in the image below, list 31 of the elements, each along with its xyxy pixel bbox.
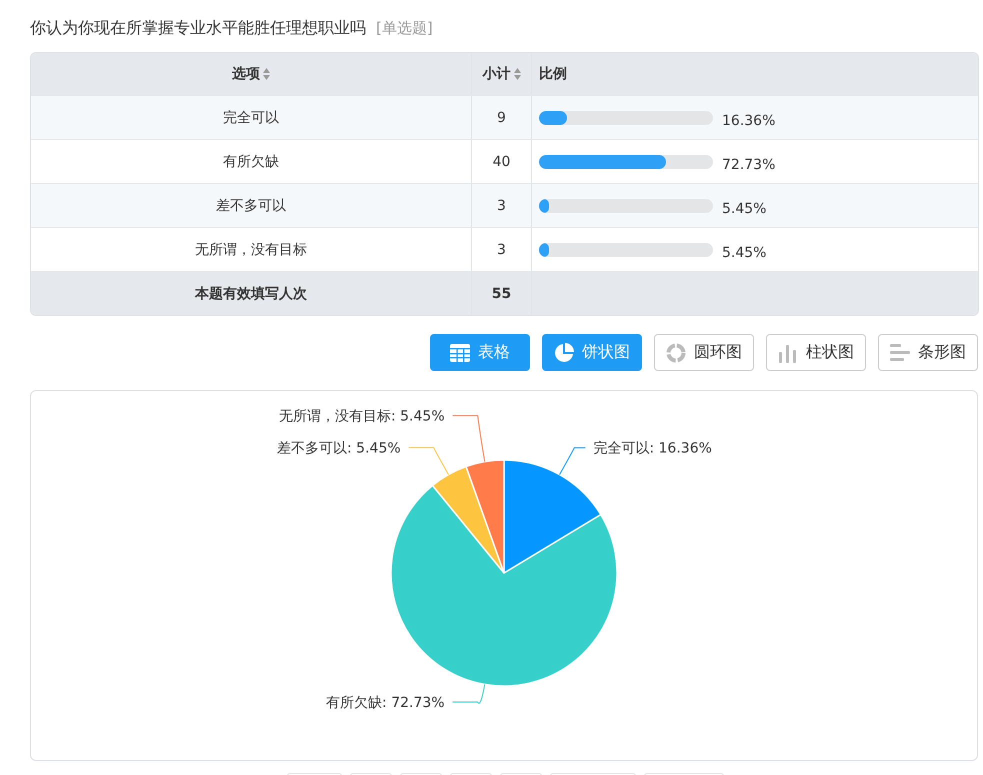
horizontal-bar-icon xyxy=(890,342,910,362)
option-cell-text: 有所欠缺 xyxy=(222,152,280,172)
data-label: 无所谓，没有目标: 5.45% xyxy=(279,408,445,425)
sort-icon[interactable] xyxy=(514,68,520,80)
percent-text: 5.45% xyxy=(722,200,766,216)
percent-text: 5.45% xyxy=(722,244,766,260)
view-button[interactable]: 圆环图 xyxy=(654,334,754,371)
data-label: 完全可以: 16.36% xyxy=(593,440,712,457)
option-cell-text: 无所谓，没有目标 xyxy=(194,240,308,260)
pie-chart-icon xyxy=(554,342,574,362)
sort-icon[interactable] xyxy=(263,68,270,80)
column-header[interactable]: 选项 xyxy=(31,53,471,95)
view-button[interactable]: 条形图 xyxy=(878,334,978,371)
question-type: [单选题] xyxy=(376,19,433,38)
option-cell-text: 完全可以 xyxy=(222,108,280,128)
leader-line xyxy=(408,447,449,476)
percent-text: 72.73% xyxy=(722,156,776,172)
leader-line xyxy=(452,684,486,704)
percent-text: 16.36% xyxy=(722,112,776,128)
total-count: 55 xyxy=(471,272,531,315)
data-label: 有所欠缺: 72.73% xyxy=(326,695,445,711)
option-cell-text: 差不多可以 xyxy=(215,196,287,216)
view-button[interactable]: 柱状图 xyxy=(766,334,866,371)
leader-line xyxy=(452,415,486,462)
table-icon xyxy=(450,344,470,362)
data-label: 差不多可以: 5.45% xyxy=(277,440,401,457)
question-title: 你认为你现在所掌握专业水平能胜任理想职业吗 xyxy=(30,18,366,39)
total-label: 本题有效填写人次 xyxy=(194,284,308,304)
bar-chart-icon xyxy=(778,342,798,362)
donut-chart-icon xyxy=(666,342,686,362)
leader-line xyxy=(559,447,586,476)
